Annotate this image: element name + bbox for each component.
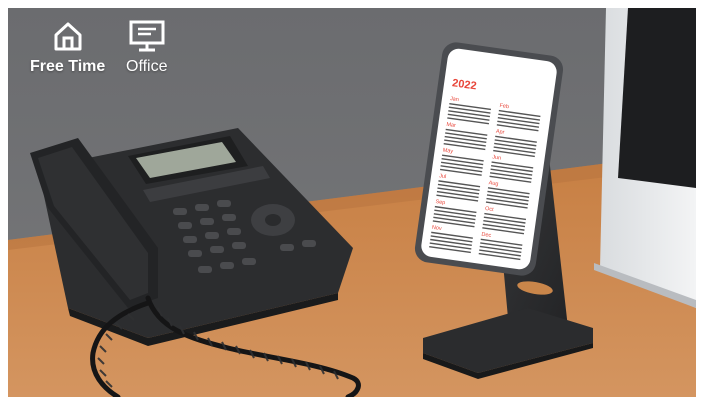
mode-free-time[interactable]: Free Time (30, 18, 105, 76)
photo-frame: 2022 Jan Feb Mar Apr May Jun Jul Aug Sep Oct Nov De… (8, 8, 696, 397)
monitor-icon (129, 20, 165, 52)
calendar-month-label: Jan (450, 96, 460, 103)
calendar-month-label: Apr (495, 129, 504, 136)
mode-label: Free Time (30, 58, 106, 75)
calendar-month-label: Jun (492, 154, 502, 161)
calendar-month-label: Oct (485, 206, 495, 213)
calendar-month-label: Jul (439, 173, 447, 180)
monitor (594, 8, 696, 308)
home-icon (54, 22, 82, 51)
office-desk-photo: 2022 JanFebMarAprMayJunJulAugSepOctNovDe… (8, 8, 696, 397)
mode-label: Office (126, 58, 168, 75)
mode-office[interactable]: Office (126, 18, 168, 76)
